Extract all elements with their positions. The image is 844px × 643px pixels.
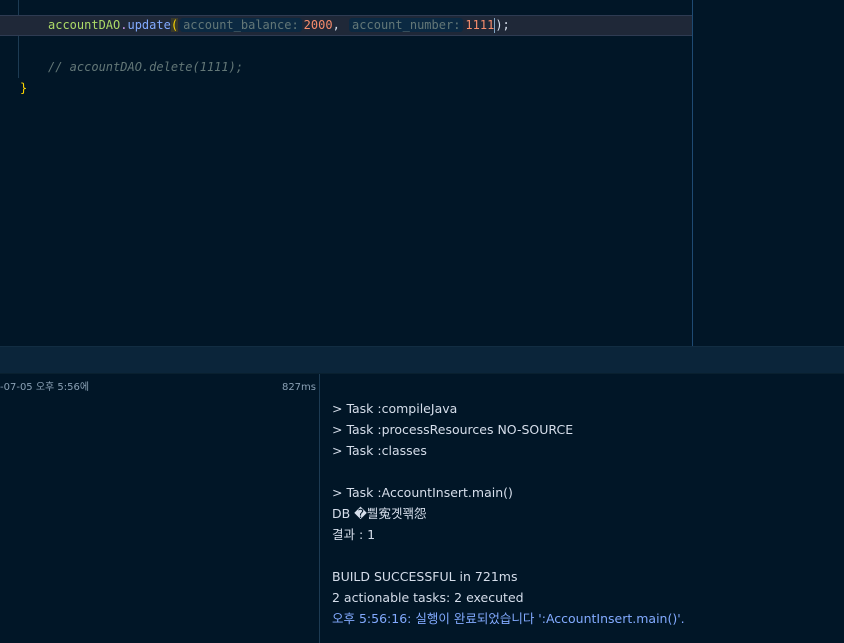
code-line-brace[interactable]: } [0,78,27,99]
closing-brace: } [20,81,28,95]
console-line-build-result: BUILD SUCCESSFUL in 721ms [332,569,518,584]
code-editor[interactable]: accountDAO.update(account_balance: 2000, … [0,0,844,346]
run-panel: -07-05 오후 5:56에 827ms > Task :compileJav… [0,374,844,643]
parameter-hint-number: account_number: [349,18,464,32]
run-item-duration: 827ms [281,382,316,393]
console-line: > Task :compileJava [332,401,458,416]
run-tree: -07-05 오후 5:56에 827ms [0,374,320,643]
panel-splitter[interactable] [0,346,844,374]
console-line: DB �뿰寃곗꽦怨 [332,506,427,521]
console-output[interactable]: > Task :compileJava > Task :processResou… [320,374,844,643]
code-close: ); [495,18,510,32]
code-comment: // accountDAO.delete(1111); [48,60,244,74]
right-margin-ruler [692,0,693,346]
console-line: > Task :classes [332,443,427,458]
code-comma: , [332,18,340,32]
code-number-account: 1111 [465,18,495,32]
run-item-label: -07-05 오후 5:56에 [0,382,90,393]
console-line: 2 actionable tasks: 2 executed [332,590,524,605]
console-line-status: 오후 5:56:16: 실행이 완료되었습니다 ':AccountInsert.… [332,611,685,626]
code-object: accountDAO [48,18,121,32]
code-method: update [127,18,171,32]
console-line: > Task :AccountInsert.main() [332,485,513,500]
code-open-paren: ( [170,18,179,32]
code-line-update[interactable]: accountDAO.update(account_balance: 2000, … [0,15,692,36]
console-line: > Task :processResources NO-SOURCE [332,422,574,437]
code-line-comment[interactable]: // accountDAO.delete(1111); [0,57,243,78]
console-line: 결과 : 1 [332,527,376,542]
parameter-hint-balance: account_balance: [180,18,302,32]
code-number-balance: 2000 [303,18,333,32]
run-tree-item[interactable]: -07-05 오후 5:56에 827ms [0,379,320,397]
